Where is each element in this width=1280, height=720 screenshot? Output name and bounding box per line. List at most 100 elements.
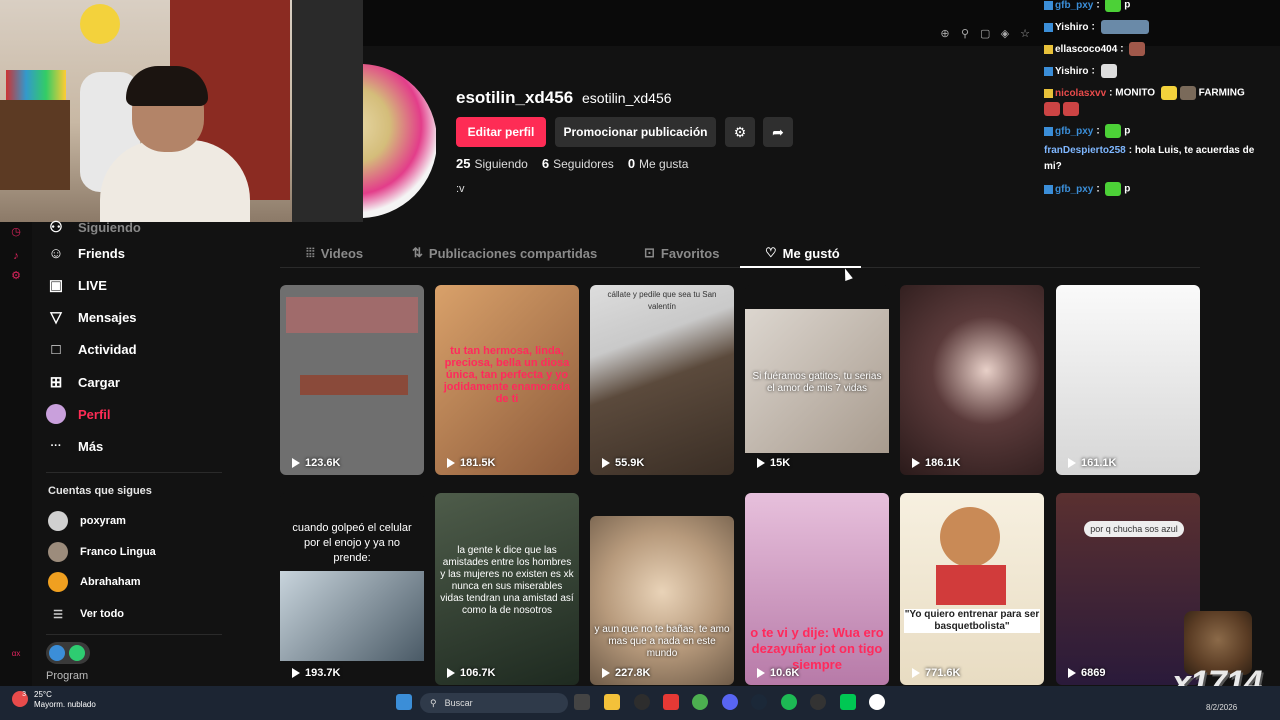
app-icon[interactable] [810, 694, 826, 710]
video-card[interactable]: y aun que no te bañas, te amo mas que a … [590, 516, 734, 685]
chat-username: Yishiro [1055, 65, 1089, 77]
weather-condition: Mayorm. nublado [34, 700, 96, 709]
chrome-icon[interactable] [692, 694, 708, 710]
chat-username: Yishiro [1055, 21, 1089, 33]
account-name: Abrahaham [80, 576, 141, 588]
view-count: 123.6K [292, 457, 340, 469]
video-card[interactable]: 186.1K [900, 285, 1044, 475]
followed-account[interactable]: Franco Lingua [48, 541, 156, 563]
edit-profile-button[interactable]: Editar perfil [456, 117, 546, 147]
emote-icon [1105, 124, 1122, 138]
video-card[interactable]: la gente k dice que las amistades entre … [435, 493, 579, 685]
profile-bio: :v [456, 183, 465, 195]
task-view-icon[interactable] [574, 694, 590, 710]
promo-toggle[interactable] [46, 642, 90, 664]
video-card[interactable]: cállate y pedile que sea tu San valentín… [590, 285, 734, 475]
profile-avatar[interactable] [363, 64, 436, 218]
sidebar-item-activity[interactable]: □ Actividad [46, 336, 137, 362]
view-count-label: 161.1K [1081, 457, 1117, 469]
sidebar-item-messages[interactable]: ▽ Mensajes [46, 304, 136, 330]
view-count-label: 186.1K [925, 457, 961, 469]
emote-icon [1105, 0, 1122, 12]
stat-count: 25 [456, 156, 471, 171]
video-card[interactable]: Si fuéramos gatitos, tu serias el amor d… [745, 285, 889, 475]
steam-icon[interactable] [751, 694, 767, 710]
app-icon[interactable] [663, 694, 679, 710]
opera-icon[interactable] [869, 694, 885, 710]
close-icon[interactable]: αx [10, 648, 22, 660]
settings-icon[interactable]: ⚙ [10, 270, 22, 282]
app-icon[interactable] [634, 694, 650, 710]
video-card[interactable]: por q chucha sos azul 6869 [1056, 493, 1200, 685]
tab-reposts[interactable]: ⇅ Publicaciones compartidas [412, 238, 597, 268]
chat-username: gfb_pxy [1055, 183, 1094, 195]
video-caption: por q chucha sos azul [1084, 521, 1184, 537]
followers-stat[interactable]: 6 Seguidores [542, 156, 614, 171]
video-card[interactable]: cuando golpeó el celular por el enojo y … [280, 493, 424, 685]
sidebar-item-label: Actividad [78, 341, 137, 357]
followed-account[interactable]: poxyram [48, 510, 126, 532]
play-icon [292, 458, 300, 468]
view-count-label: 55.9K [615, 457, 645, 469]
following-stat[interactable]: 25 Siguiendo [456, 156, 528, 171]
video-card[interactable]: tu tan hermosa, linda, preciosa, bella u… [435, 285, 579, 475]
sidebar-item-label: Más [78, 438, 104, 454]
see-all-link[interactable]: ☰ Ver todo [48, 603, 124, 625]
taskbar-search[interactable]: ⚲ Buscar [420, 693, 568, 713]
system-clock[interactable]: 8/2/2026 [1206, 690, 1237, 714]
chat-username: franDespierto258 [1044, 145, 1126, 156]
stat-label: Seguidores [553, 157, 614, 171]
pin-icon[interactable]: ⚲ [960, 28, 970, 40]
video-card[interactable]: "Yo quiero entrenar para ser basquetboli… [900, 493, 1044, 685]
settings-button[interactable]: ⚙ [725, 117, 755, 147]
history-icon[interactable]: ◷ [10, 226, 22, 238]
badge-icon [1044, 126, 1053, 136]
sidebar-item-label: Perfil [78, 406, 111, 422]
tab-liked[interactable]: ♡ Me gustó [765, 238, 840, 268]
profile-username: esotilin_xd456 [456, 88, 574, 107]
thumbnail-shape [940, 507, 1000, 567]
repost-icon: ⇅ [412, 245, 423, 260]
video-card[interactable]: 161.1K [1056, 285, 1200, 475]
chat-message [1044, 102, 1079, 116]
sidebar-item-following[interactable]: ⚇ Siguiendo [46, 214, 141, 240]
video-card[interactable]: 123.6K [280, 285, 424, 475]
video-caption: la gente k dice que las amistades entre … [440, 545, 574, 616]
chat-text: p [1124, 125, 1131, 137]
spotify-icon[interactable] [781, 694, 797, 710]
shield-icon[interactable]: ◈ [1000, 28, 1010, 40]
promote-post-button[interactable]: Promocionar publicación [555, 117, 716, 147]
chat-text: FARMING [1198, 87, 1245, 99]
sidebar-item-friends[interactable]: ☺ Friends [46, 240, 125, 266]
chat-message: gfb_pxy: p [1044, 182, 1130, 196]
video-card[interactable]: o te vi y dije: Wua ero dezayuñar jot on… [745, 493, 889, 685]
sidebar-item-profile[interactable]: Perfil [46, 401, 111, 427]
play-icon [1068, 668, 1076, 678]
weather-icon[interactable]: 3 [12, 691, 28, 707]
weather-widget[interactable]: 25°C Mayorm. nublado [34, 690, 96, 710]
video-caption: tu tan hermosa, linda, preciosa, bella u… [443, 345, 571, 405]
sidebar-item-live[interactable]: ▣ LIVE [46, 272, 107, 298]
sidebar: ⚇ Siguiendo ☺ Friends ▣ LIVE ▽ Mensajes … [32, 219, 232, 686]
friends-icon: ☺ [48, 244, 64, 262]
discord-icon[interactable] [722, 694, 738, 710]
file-explorer-icon[interactable] [604, 694, 620, 710]
followed-account[interactable]: Abrahaham [48, 571, 141, 593]
share-button[interactable]: ➦ [763, 117, 793, 147]
star-icon[interactable]: ☆ [1020, 28, 1030, 40]
gear-icon: ⚙ [733, 123, 747, 140]
temperature: 25°C [34, 690, 52, 699]
app-icon[interactable] [840, 694, 856, 710]
date: 8/2/2026 [1206, 703, 1238, 712]
tab-videos[interactable]: ⦙⦙⦙ Videos [306, 238, 363, 268]
tiktok-icon[interactable]: ♪ [10, 250, 22, 262]
sidebar-item-upload[interactable]: ⊞ Cargar [46, 369, 120, 395]
zoom-icon[interactable]: ⊕ [940, 28, 950, 40]
screenshot-icon[interactable]: ▢ [980, 28, 990, 40]
chat-text: hola Luis, te acuerdas de [1134, 145, 1255, 156]
sidebar-item-more[interactable]: ··· Más [46, 433, 104, 459]
tab-favorites[interactable]: ⊡ Favoritos [644, 238, 719, 268]
video-caption: Si fuéramos gatitos, tu serias el amor d… [752, 371, 882, 394]
chat-text: MONITO [1115, 87, 1156, 99]
start-icon[interactable] [396, 694, 412, 710]
